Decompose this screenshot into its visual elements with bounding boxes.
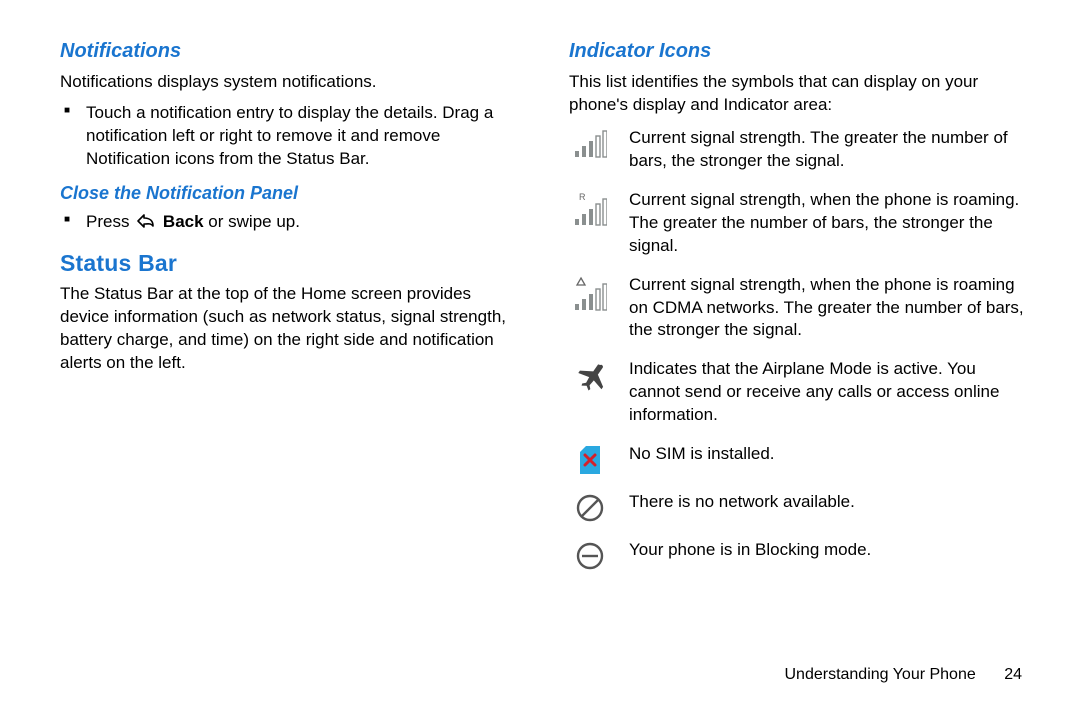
list-item: Current signal strength, when the phone … bbox=[569, 274, 1030, 343]
close-bullet-suffix: or swipe up. bbox=[208, 212, 300, 231]
signal-roaming-r-desc: Current signal strength, when the phone … bbox=[629, 189, 1030, 258]
notifications-bullet: Touch a notification entry to display th… bbox=[60, 102, 521, 171]
indicator-intro: This list identifies the symbols that ca… bbox=[569, 71, 1030, 117]
no-sim-icon bbox=[569, 443, 611, 475]
status-bar-body: The Status Bar at the top of the Home sc… bbox=[60, 283, 521, 375]
left-column: Notifications Notifications displays sys… bbox=[60, 38, 521, 587]
heading-indicator-icons: Indicator Icons bbox=[569, 38, 1030, 65]
heading-status-bar: Status Bar bbox=[60, 248, 521, 279]
no-network-desc: There is no network available. bbox=[629, 491, 1030, 514]
list-item: R Current signal strength, when the phon… bbox=[569, 189, 1030, 258]
signal-desc: Current signal strength. The greater the… bbox=[629, 127, 1030, 173]
blocking-desc: Your phone is in Blocking mode. bbox=[629, 539, 1030, 562]
notifications-bullet-text: Touch a notification entry to display th… bbox=[86, 103, 493, 168]
signal-roaming-tri-desc: Current signal strength, when the phone … bbox=[629, 274, 1030, 343]
list-item: Current signal strength. The greater the… bbox=[569, 127, 1030, 173]
list-item: There is no network available. bbox=[569, 491, 1030, 523]
signal-icon bbox=[569, 127, 611, 159]
footer-section: Understanding Your Phone bbox=[784, 666, 975, 683]
indicator-icon-list: Current signal strength. The greater the… bbox=[569, 127, 1030, 571]
back-icon bbox=[134, 211, 156, 238]
close-bullet-prefix: Press bbox=[86, 212, 134, 231]
airplane-icon bbox=[569, 358, 611, 392]
page-footer: Understanding Your Phone 24 bbox=[784, 664, 1022, 686]
signal-roaming-tri-icon bbox=[569, 274, 611, 312]
right-column: Indicator Icons This list identifies the… bbox=[569, 38, 1030, 587]
list-item: No SIM is installed. bbox=[569, 443, 1030, 475]
close-bullet-bold: Back bbox=[163, 212, 204, 231]
list-item: Your phone is in Blocking mode. bbox=[569, 539, 1030, 571]
notifications-intro: Notifications displays system notificati… bbox=[60, 71, 521, 94]
heading-close-panel: Close the Notification Panel bbox=[60, 181, 521, 205]
blocking-icon bbox=[569, 539, 611, 571]
signal-roaming-r-icon: R bbox=[569, 189, 611, 227]
no-network-icon bbox=[569, 491, 611, 523]
no-sim-desc: No SIM is installed. bbox=[629, 443, 1030, 466]
heading-notifications: Notifications bbox=[60, 38, 521, 65]
airplane-desc: Indicates that the Airplane Mode is acti… bbox=[629, 358, 1030, 427]
list-item: Indicates that the Airplane Mode is acti… bbox=[569, 358, 1030, 427]
footer-page-number: 24 bbox=[1004, 664, 1022, 686]
svg-text:R: R bbox=[579, 192, 586, 202]
close-panel-bullet: Press Back or swipe up. bbox=[60, 211, 521, 238]
